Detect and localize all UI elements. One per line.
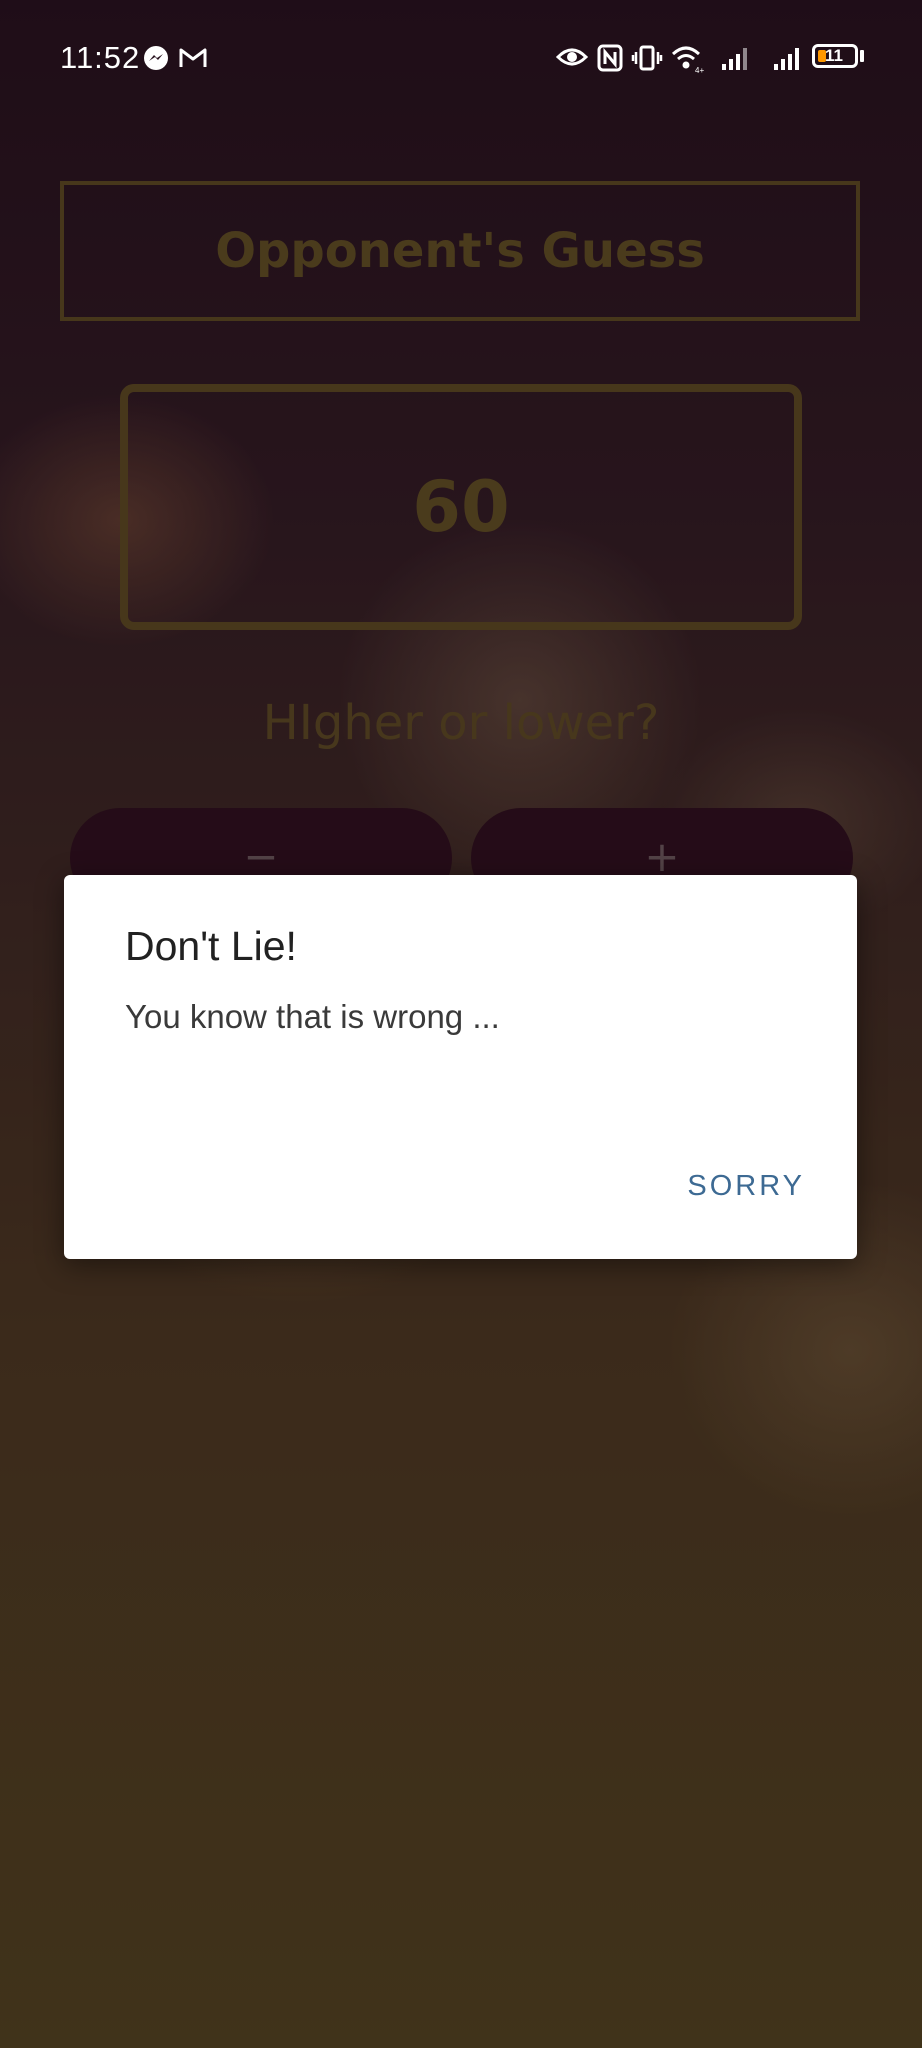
status-time: 11:52 — [60, 40, 141, 75]
messenger-icon — [144, 46, 168, 70]
vibrate-icon — [631, 45, 663, 71]
status-bar: 11:52 4+ 11 — [0, 0, 922, 118]
dialog-message: You know that is wrong ... — [125, 998, 500, 1035]
gmail-icon — [179, 48, 207, 67]
battery-tip — [860, 50, 864, 62]
nfc-icon — [597, 44, 623, 72]
sorry-button[interactable]: SORRY — [687, 1170, 805, 1203]
battery-level: 11 — [825, 46, 843, 65]
signal-icon — [722, 48, 747, 70]
eye-icon — [556, 48, 588, 66]
signal-icon — [774, 48, 799, 70]
alert-dialog: Don't Lie! You know that is wrong ... SO… — [64, 875, 857, 1259]
wifi-icon: 4+ — [671, 46, 704, 74]
battery-icon: 11 — [812, 44, 858, 68]
svg-text:4+: 4+ — [695, 66, 704, 74]
dialog-title: Don't Lie! — [125, 923, 297, 969]
